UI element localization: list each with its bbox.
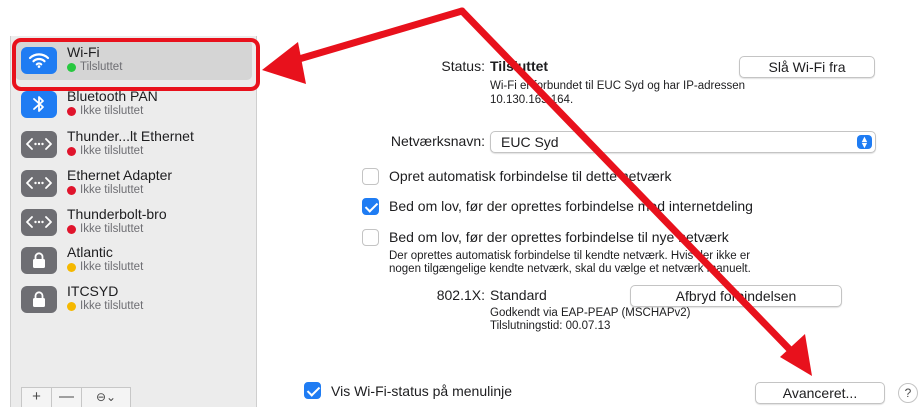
ethernet-arrows-icon — [21, 130, 57, 158]
service-name: Thunder...lt Ethernet — [67, 128, 194, 144]
bluetooth-icon — [21, 90, 57, 118]
service-status: Ikke tilsluttet — [67, 299, 143, 314]
service-status: Ikke tilsluttet — [67, 183, 172, 198]
service-name: Atlantic — [67, 244, 113, 260]
known-networks-info-line2: nogen tilgængelige kendte netværk, skal … — [389, 263, 751, 275]
status-dot-red — [67, 147, 76, 156]
service-item-ethernet-adapter[interactable]: Ethernet Adapter Ikke tilsluttet — [15, 163, 252, 203]
service-status-text: Ikke tilsluttet — [80, 223, 144, 235]
auto-join-label: Opret automatisk forbindelse til dette n… — [389, 168, 672, 184]
service-name: Ethernet Adapter — [67, 167, 173, 183]
ask-new-networks-checkbox[interactable] — [362, 229, 379, 246]
connection-time-text: Tilslutningstid: 00.07.13 — [490, 320, 611, 332]
add-service-button[interactable]: + — [22, 388, 52, 407]
advanced-button[interactable]: Avanceret... — [755, 382, 885, 404]
disconnect-button[interactable]: Afbryd forbindelsen — [630, 285, 842, 307]
network-name-value: EUC Syd — [501, 134, 559, 150]
service-item-atlantic[interactable]: Atlantic Ikke tilsluttet — [15, 240, 252, 280]
service-name: Bluetooth PAN — [67, 88, 158, 104]
show-wifi-status-label: Vis Wi-Fi-status på menulinje — [331, 383, 513, 399]
service-status: Ikke tilsluttet — [67, 144, 194, 159]
service-name: Thunderbolt-bro — [67, 206, 167, 222]
status-dot-yellow — [67, 263, 76, 272]
ethernet-arrows-icon — [21, 169, 57, 197]
ethernet-arrows-icon — [21, 208, 57, 236]
sidebar-toolbar: + — ⊖⌄ — [21, 387, 131, 407]
status-dot-red — [67, 186, 76, 195]
show-wifi-status-checkbox[interactable] — [304, 382, 321, 399]
service-item-itcsyd[interactable]: ITCSYD Ikke tilsluttet — [15, 279, 252, 319]
chevron-up-down-icon: ▲ ▼ — [857, 135, 872, 150]
service-status: Ikke tilsluttet — [67, 104, 158, 119]
annotation-highlight-box — [12, 38, 260, 91]
service-actions-menu-button[interactable]: ⊖⌄ — [82, 388, 130, 407]
service-item-thunderbolt-ethernet[interactable]: Thunder...lt Ethernet Ikke tilsluttet — [15, 124, 252, 164]
service-status-text: Ikke tilsluttet — [80, 105, 144, 117]
lock-icon — [21, 246, 57, 274]
auth-method-text: Godkendt via EAP-PEAP (MSCHAPv2) — [490, 307, 691, 319]
wifi-off-button[interactable]: Slå Wi-Fi fra — [739, 56, 875, 78]
status-description-line2: 10.130.165.164. — [490, 94, 574, 106]
auto-join-checkbox[interactable] — [362, 168, 379, 185]
status-value: Tilsluttet — [490, 58, 549, 74]
ask-new-networks-label: Bed om lov, før der oprettes forbindelse… — [389, 229, 729, 245]
status-description-line1: Wi-Fi er forbundet til EUC Syd og har IP… — [490, 80, 746, 92]
service-status-text: Ikke tilsluttet — [80, 184, 144, 196]
remove-service-button[interactable]: — — [52, 388, 82, 407]
help-button[interactable]: ? — [898, 383, 918, 403]
service-item-thunderbolt-bridge[interactable]: Thunderbolt-bro Ikke tilsluttet — [15, 202, 252, 242]
status-label: Status: — [441, 58, 485, 74]
known-networks-info-line1: Der oprettes automatisk forbindelse til … — [389, 250, 751, 262]
ask-hotspot-checkbox[interactable] — [362, 198, 379, 215]
service-status: Ikke tilsluttet — [67, 222, 167, 237]
service-list: Wi-Fi Tilsluttet Bluetooth PAN Ikke tils… — [10, 36, 257, 407]
ask-hotspot-label: Bed om lov, før der oprettes forbindelse… — [389, 198, 753, 214]
service-status-text: Ikke tilsluttet — [80, 145, 144, 157]
status-dot-yellow — [67, 302, 76, 311]
network-name-label: Netværksnavn: — [390, 133, 485, 149]
dot1x-value: Standard — [490, 287, 547, 303]
service-name: ITCSYD — [67, 283, 119, 299]
service-status: Ikke tilsluttet — [67, 260, 143, 275]
status-dot-red — [67, 225, 76, 234]
service-status-text: Ikke tilsluttet — [80, 300, 144, 312]
lock-icon — [21, 285, 57, 313]
status-dot-red — [67, 107, 76, 116]
network-name-select[interactable]: EUC Syd ▲ ▼ — [490, 131, 876, 153]
dot1x-label: 802.1X: — [436, 287, 485, 303]
service-status-text: Ikke tilsluttet — [80, 261, 144, 273]
